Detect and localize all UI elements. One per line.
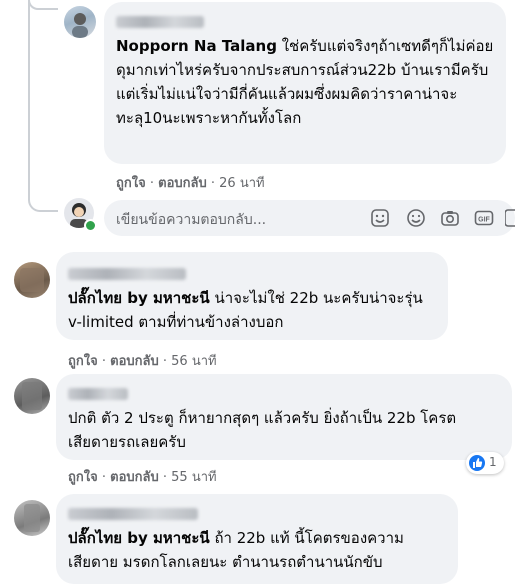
avatar-image: [72, 13, 88, 38]
like-reaction-icon: [469, 455, 485, 471]
thread-line: [28, 0, 30, 196]
sticker-icon[interactable]: [370, 208, 390, 228]
thread-line-branch: [28, 0, 58, 10]
author-name-blurred[interactable]: [116, 16, 204, 28]
mention-link[interactable]: ปลั๊กไทย by มหาชะนี: [68, 529, 210, 547]
avatar-image: [24, 504, 40, 532]
comment-text: ปลั๊กไทย by มหาชะนี น่าจะไม่ใช่ 22b นะคร…: [68, 286, 436, 334]
attach-sticker-icon[interactable]: [505, 208, 515, 228]
comment-bubble: ปลั๊กไทย by มหาชะนี ถ้า 22b แท้ นี้โคตรข…: [56, 494, 458, 584]
comment-bubble: Nopporn Na Talang ใช่ครับแต่จริงๆถ้าเซทด…: [104, 2, 506, 164]
gif-icon[interactable]: GIF: [474, 208, 494, 228]
comment-body: ปกติ ตัว 2 ประตู ก็หายากสุดๆ แล้วครับ ยิ…: [68, 409, 457, 451]
separator: ·: [101, 354, 106, 369]
reply-button[interactable]: ตอบกลับ: [110, 354, 159, 369]
comment-actions: ถูกใจ · ตอบกลับ · 26 นาที: [116, 172, 265, 193]
emoji-icon[interactable]: [406, 208, 426, 228]
camera-icon[interactable]: [440, 208, 460, 228]
separator: ·: [162, 470, 168, 485]
timestamp[interactable]: 56 นาที: [171, 354, 216, 369]
mention-link[interactable]: Nopporn Na Talang: [116, 37, 277, 55]
mention-link[interactable]: ปลั๊กไทย by มหาชะนี: [68, 289, 210, 307]
online-status-indicator: [84, 219, 97, 232]
author-name-blurred[interactable]: [68, 388, 128, 400]
like-button[interactable]: ถูกใจ: [68, 470, 98, 485]
comment-text: Nopporn Na Talang ใช่ครับแต่จริงๆถ้าเซทด…: [116, 34, 494, 130]
thread-line-curve: [28, 194, 58, 212]
comment-actions: ถูกใจ · ตอบกลับ · 56 นาที: [68, 350, 217, 371]
avatar[interactable]: [14, 378, 50, 414]
comment-text: ปลั๊กไทย by มหาชะนี ถ้า 22b แท้ นี้โคตรข…: [68, 526, 446, 574]
reply-button[interactable]: ตอบกลับ: [158, 176, 207, 191]
avatar[interactable]: [14, 262, 50, 298]
reply-input[interactable]: เขียนข้อความตอบกลับ... GIF: [104, 200, 515, 236]
separator: ·: [210, 176, 216, 191]
timestamp[interactable]: 26 นาที: [219, 176, 264, 191]
avatar[interactable]: [64, 6, 96, 38]
like-button[interactable]: ถูกใจ: [68, 354, 98, 369]
comment-bubble: ปลั๊กไทย by มหาชะนี น่าจะไม่ใช่ 22b นะคร…: [56, 252, 448, 340]
author-name-blurred[interactable]: [68, 508, 198, 520]
timestamp[interactable]: 55 นาที: [171, 470, 216, 485]
author-name-blurred[interactable]: [68, 268, 186, 280]
comment-actions: ถูกใจ · ตอบกลับ · 55 นาที: [68, 466, 217, 487]
separator: ·: [101, 470, 106, 485]
reaction-summary[interactable]: 1: [466, 452, 504, 474]
avatar-image: [20, 268, 44, 292]
avatar[interactable]: [14, 500, 50, 536]
like-button[interactable]: ถูกใจ: [116, 176, 146, 191]
svg-text:GIF: GIF: [478, 217, 490, 224]
avatar-image: [22, 382, 42, 410]
comment-bubble: ปกติ ตัว 2 ประตู ก็หายากสุดๆ แล้วครับ ยิ…: [56, 374, 512, 460]
comment-text: ปกติ ตัว 2 ประตู ก็หายากสุดๆ แล้วครับ ยิ…: [68, 406, 500, 454]
separator: ·: [162, 354, 168, 369]
reply-placeholder: เขียนข้อความตอบกลับ...: [116, 212, 267, 228]
reaction-count: 1: [489, 455, 497, 469]
separator: ·: [149, 176, 154, 191]
reply-button[interactable]: ตอบกลับ: [110, 470, 159, 485]
